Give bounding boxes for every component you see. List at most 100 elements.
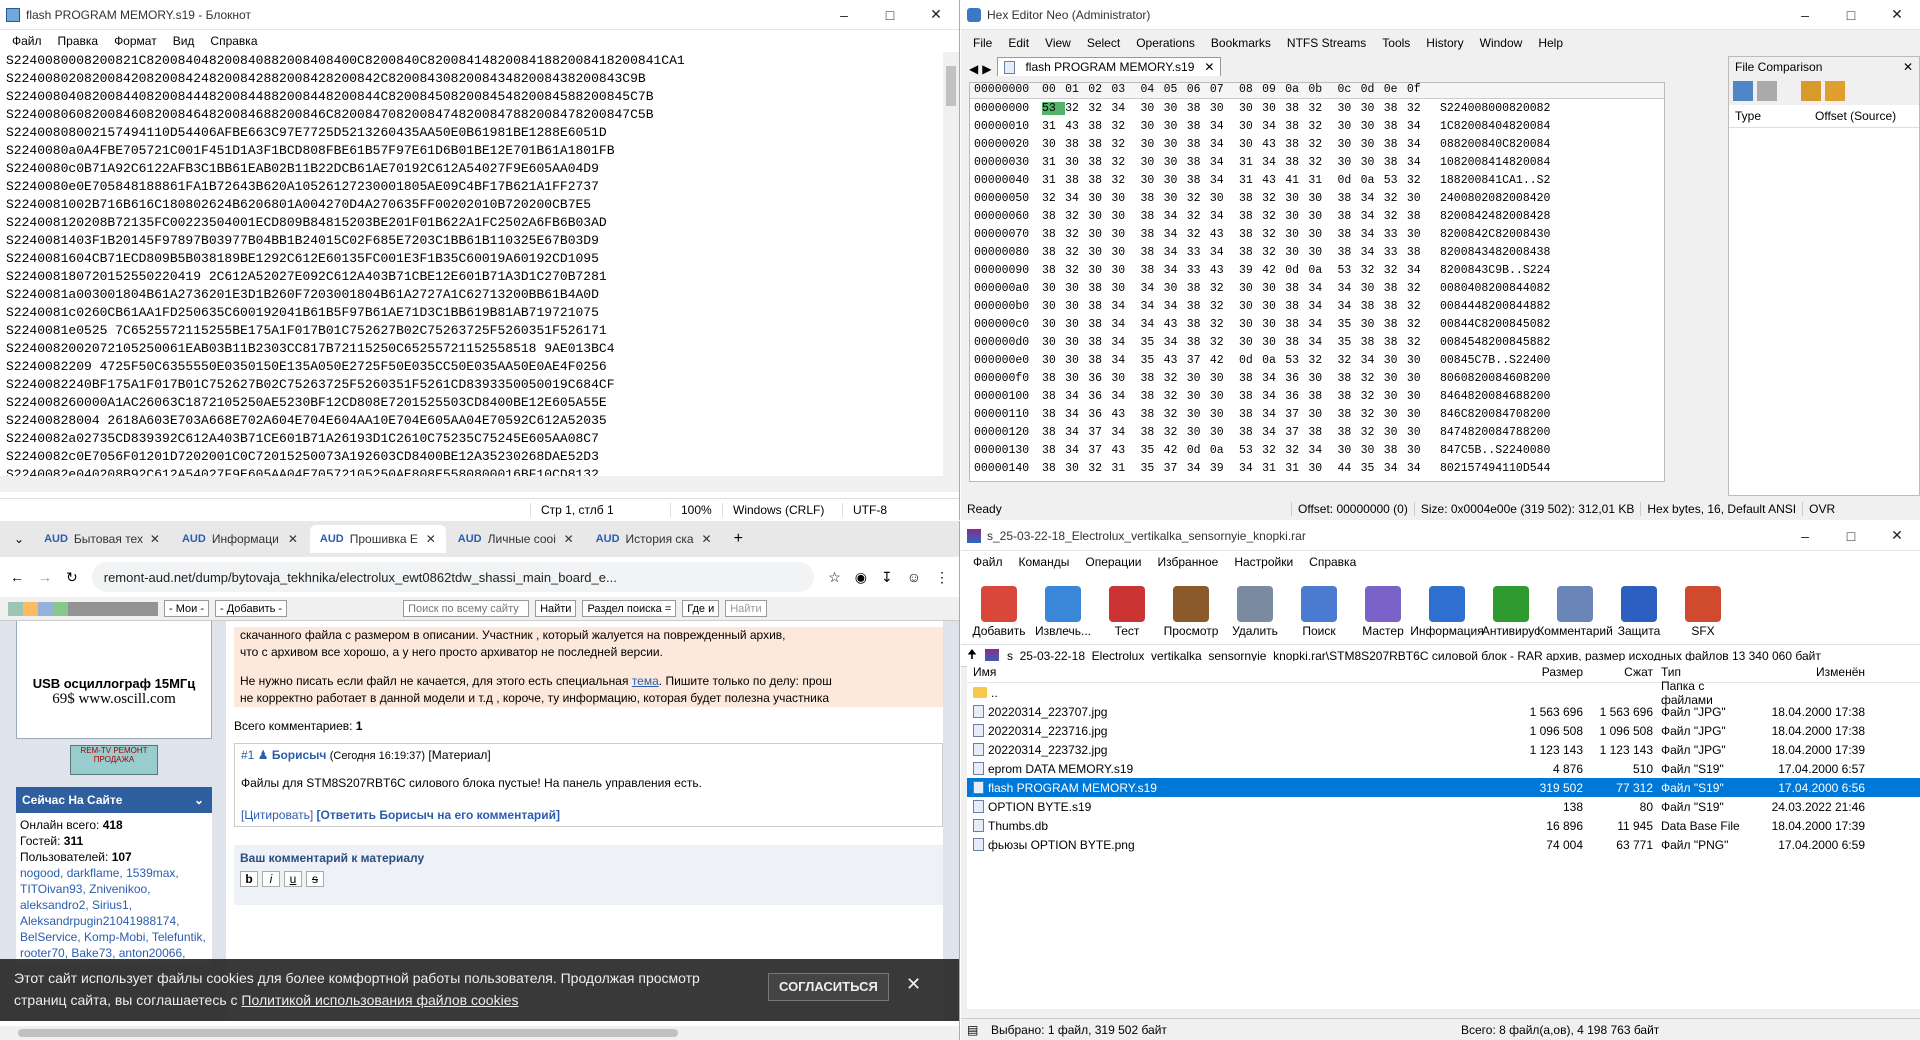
close-tab-icon[interactable]: ✕ [702, 532, 712, 546]
hex-byte[interactable]: 30 [1042, 354, 1065, 367]
notepad-text-area[interactable]: S2240080008200821C8200840482008408820084… [0, 52, 943, 476]
hex-byte[interactable]: 30 [1361, 156, 1384, 169]
hex-byte[interactable]: 38 [1384, 300, 1407, 313]
browser-tab[interactable]: AUD История ска ✕ [586, 525, 722, 553]
hex-byte[interactable]: 30 [1111, 246, 1134, 259]
hex-byte[interactable]: 38 [1285, 120, 1308, 133]
hex-byte[interactable]: 35 [1338, 336, 1361, 349]
hex-byte[interactable]: 30 [1407, 228, 1430, 241]
chevron-down-icon[interactable]: ⌄ [194, 793, 212, 807]
hex-byte[interactable]: 38 [1285, 156, 1308, 169]
hex-byte[interactable]: 38 [1384, 120, 1407, 133]
back-arrow-icon[interactable]: ◀ [965, 62, 982, 76]
hex-byte[interactable]: 30 [1111, 228, 1134, 241]
bold-icon[interactable]: b [240, 871, 258, 887]
hex-byte[interactable]: 43 [1111, 408, 1134, 421]
my-select[interactable]: - Мои - [164, 600, 209, 617]
hex-byte[interactable]: 32 [1210, 336, 1233, 349]
hex-byte[interactable]: 38 [1042, 210, 1065, 223]
profile-icon[interactable]: ☺ [907, 569, 921, 585]
hex-byte[interactable]: 34 [1361, 354, 1384, 367]
hex-byte[interactable]: 30 [1384, 390, 1407, 403]
column-header[interactable]: Изменён [1757, 665, 1865, 679]
remtv-banner[interactable]: REM-TV РЕМОНТ ПРОДАЖА [70, 745, 158, 775]
hex-byte[interactable]: 30 [1164, 120, 1187, 133]
hex-byte[interactable]: 30 [1407, 444, 1430, 457]
hex-byte[interactable]: 34 [1210, 246, 1233, 259]
hex-byte[interactable]: 38 [1187, 282, 1210, 295]
quote-link[interactable]: [Цитировать] [241, 808, 313, 822]
hex-byte[interactable]: 33 [1187, 264, 1210, 277]
star-icon[interactable]: ☆ [828, 569, 841, 586]
hex-byte[interactable]: 38 [1407, 246, 1430, 259]
hex-byte[interactable]: 38 [1042, 462, 1065, 475]
italic-icon[interactable]: i [262, 871, 280, 887]
toolbar-button[interactable]: Тест [1095, 586, 1159, 638]
browser-tab[interactable]: AUD Личные сооі ✕ [448, 525, 584, 553]
underline-icon[interactable]: u [284, 871, 302, 887]
hex-byte[interactable]: 30 [1239, 102, 1262, 115]
browser-tab[interactable]: AUD Бытовая тех ✕ [34, 525, 170, 553]
minimize-button[interactable]: – [1782, 521, 1828, 551]
winrar-titlebar[interactable]: s_25-03-22-18_Electrolux_vertikalka_sens… [961, 521, 1920, 551]
hex-byte[interactable]: 32 [1111, 174, 1134, 187]
hex-byte[interactable]: 34 [1361, 246, 1384, 259]
maximize-button[interactable]: □ [1828, 521, 1874, 551]
hex-byte[interactable]: 30 [1262, 300, 1285, 313]
hex-byte[interactable]: 32 [1407, 336, 1430, 349]
toolbar-button[interactable]: Поиск [1287, 586, 1351, 638]
now-online-header[interactable]: Сейчас На Сайте ⌄ [16, 787, 212, 813]
hex-byte[interactable]: 30 [1210, 390, 1233, 403]
sync-icon[interactable] [1801, 81, 1821, 101]
horizontal-scrollbar[interactable] [0, 476, 959, 492]
hex-byte[interactable]: 38 [1285, 300, 1308, 313]
hex-byte[interactable]: 38 [1338, 426, 1361, 439]
hex-byte[interactable]: 34 [1187, 462, 1210, 475]
hex-byte[interactable]: 30 [1407, 372, 1430, 385]
hex-byte[interactable]: 30 [1262, 282, 1285, 295]
hex-byte[interactable]: 38 [1239, 228, 1262, 241]
hex-byte[interactable]: 32 [1384, 192, 1407, 205]
hex-byte[interactable]: 32 [1308, 156, 1331, 169]
close-tab-icon[interactable]: ✕ [426, 532, 436, 546]
hex-byte[interactable]: 38 [1042, 372, 1065, 385]
browser-tab[interactable]: AUD Прошивка E ✕ [309, 525, 446, 553]
hex-byte[interactable]: 38 [1088, 120, 1111, 133]
hex-byte[interactable]: 34 [1262, 390, 1285, 403]
row-ascii[interactable]: 00844C8200845082 [1430, 318, 1630, 331]
hex-byte[interactable]: 32 [1065, 228, 1088, 241]
hex-byte[interactable]: 43 [1210, 228, 1233, 241]
hex-byte[interactable]: 34 [1338, 282, 1361, 295]
oscill-banner-title[interactable]: USB осциллограф 15МГц [17, 676, 211, 691]
hex-byte[interactable]: 34 [1164, 264, 1187, 277]
hex-byte[interactable]: 38 [1384, 336, 1407, 349]
hex-byte[interactable]: 30 [1239, 336, 1262, 349]
hex-byte[interactable]: 32 [1262, 210, 1285, 223]
file-row[interactable]: 20220314_223707.jpg 1 563 696 1 563 696 Фай… [967, 702, 1920, 721]
hex-byte[interactable]: 38 [1239, 390, 1262, 403]
row-ascii[interactable]: 088200840C820084 [1430, 138, 1630, 151]
hex-byte[interactable]: 43 [1065, 120, 1088, 133]
hex-byte[interactable]: 0a [1361, 174, 1384, 187]
hex-file-tab[interactable]: flash PROGRAM MEMORY.s19 ✕ [997, 57, 1222, 76]
hex-byte[interactable]: 30 [1111, 372, 1134, 385]
row-ascii[interactable]: 0084548200845882 [1430, 336, 1630, 349]
hex-byte[interactable]: 32 [1407, 318, 1430, 331]
hex-byte[interactable]: 43 [1262, 138, 1285, 151]
hex-byte[interactable]: 31 [1285, 462, 1308, 475]
hex-byte[interactable]: 32 [1308, 102, 1331, 115]
column-header[interactable]: Размер [1515, 665, 1583, 679]
hex-byte[interactable]: 30 [1065, 282, 1088, 295]
hex-byte[interactable]: 30 [1407, 426, 1430, 439]
row-ascii[interactable]: 188200841CA1..S2 [1430, 174, 1630, 187]
hex-byte[interactable]: 30 [1361, 138, 1384, 151]
hex-byte[interactable]: 35 [1141, 336, 1164, 349]
hex-byte[interactable]: 30 [1210, 102, 1233, 115]
hex-byte[interactable]: 32 [1384, 210, 1407, 223]
hex-byte[interactable]: 30 [1042, 282, 1065, 295]
hex-byte[interactable]: 34 [1164, 336, 1187, 349]
close-tab-icon[interactable]: ✕ [288, 532, 298, 546]
hex-byte[interactable]: 30 [1239, 120, 1262, 133]
hex-byte[interactable]: 32 [1210, 300, 1233, 313]
hex-byte[interactable]: 34 [1262, 156, 1285, 169]
